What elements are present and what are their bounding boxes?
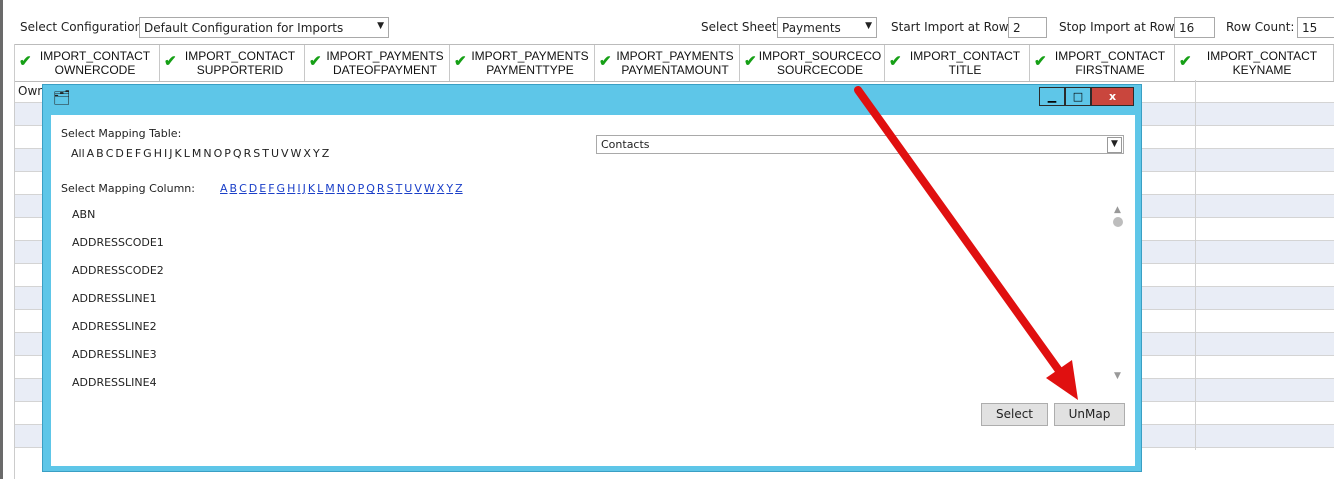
arrow-shaft [854,86,1064,376]
red-arrow-annotation [854,86,1078,400]
